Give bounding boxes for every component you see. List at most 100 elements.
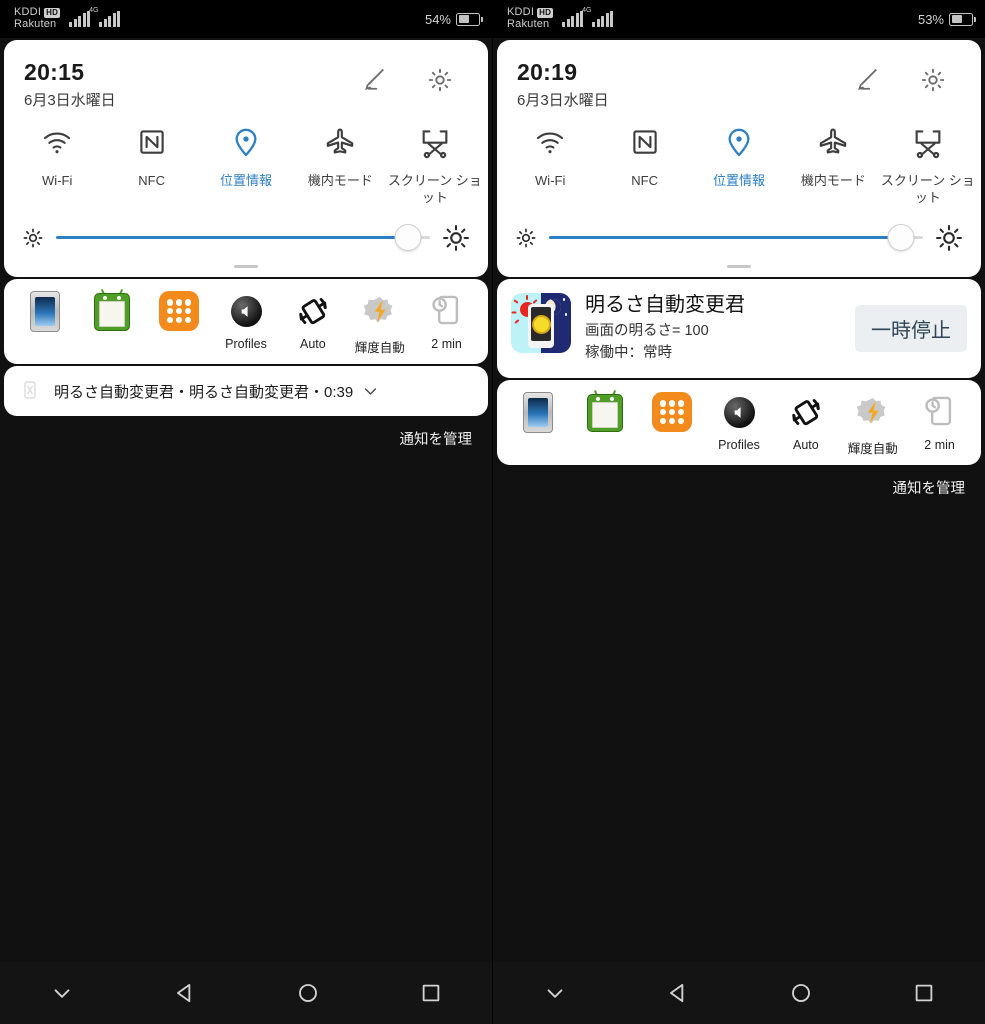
toggle-location[interactable]: 位置情報: [692, 125, 786, 207]
quick-toggle-row: Wi-Fi NFC 位置情報 機内モード スクリーン ショット: [497, 115, 981, 207]
clock-block: 20:19 6月3日水曜日: [517, 58, 609, 111]
back-button[interactable]: [616, 980, 739, 1006]
shortcut-profiles[interactable]: Profiles: [706, 390, 773, 452]
airplane-icon: [323, 125, 357, 159]
back-button[interactable]: [123, 980, 246, 1006]
shortcut-screen-timeout[interactable]: 2 min: [413, 289, 480, 351]
brightness-slider-knob[interactable]: [887, 224, 915, 252]
shortcut-app-drawer[interactable]: [146, 289, 213, 337]
collapse-button[interactable]: [0, 980, 123, 1006]
location-pin-icon: [722, 125, 756, 159]
shortcut-row: Profiles Auto 輝度自動 2 min: [497, 380, 981, 465]
toggle-airplane-mode[interactable]: 機内モード: [293, 125, 387, 207]
shortcut-strip: Profiles Auto 輝度自動 2 min: [497, 380, 981, 466]
quick-settings-header: 20:15 6月3日水曜日: [4, 40, 488, 115]
carrier-info: KDDI HD Rakuten: [507, 7, 554, 30]
toggle-airplane-mode[interactable]: 機内モード: [786, 125, 880, 207]
notification-line-1: 画面の明るさ= 100: [585, 323, 709, 340]
notification-collapsed-row[interactable]: 明るさ自動変更君・明るさ自動変更君・0:39: [4, 366, 488, 416]
toggle-location[interactable]: 位置情報: [199, 125, 293, 207]
quick-toggle-row: Wi-Fi NFC 位置情報 機内モード スクリーン ショット: [4, 115, 488, 207]
manage-notifications-button[interactable]: 通知を管理: [493, 465, 985, 498]
notification-text-block: 明るさ自動変更君 画面の明るさ= 100 稼働中：常時: [585, 293, 841, 364]
wifi-icon: [533, 125, 567, 159]
status-bar: KDDI HD Rakuten 4G 54%: [0, 0, 492, 38]
shortcut-device-screen[interactable]: [505, 390, 572, 438]
app-mini-icon: [20, 380, 40, 402]
shortcut-strip: Profiles Auto 輝度自動 2 min: [4, 279, 488, 365]
auto-rotate-icon: [291, 289, 335, 333]
panel-drag-handle[interactable]: [497, 253, 981, 278]
notification-card-expanded[interactable]: 明るさ自動変更君 画面の明るさ= 100 稼働中：常時 一時停止: [497, 279, 981, 379]
pencil-icon[interactable]: [360, 66, 388, 94]
shortcut-tasker-brightness[interactable]: 輝度自動: [346, 289, 413, 356]
pencil-icon[interactable]: [853, 66, 881, 94]
clock-time: 20:15: [24, 59, 85, 85]
recents-button[interactable]: [862, 980, 985, 1006]
gear-icon[interactable]: [426, 66, 454, 94]
screen-timeout-icon: [918, 390, 962, 434]
shortcut-android-clipboard[interactable]: [572, 390, 639, 438]
navigation-bar: [0, 962, 492, 1024]
screen-timeout-icon: [425, 289, 469, 333]
screen-left: KDDI HD Rakuten 4G 54% 20:15 6月3日水曜日 Wi-…: [0, 0, 492, 1024]
panel-drag-handle[interactable]: [4, 253, 488, 278]
status-bar-right: 53%: [918, 12, 976, 27]
shortcut-label: Profiles: [718, 438, 760, 453]
toggle-label: 機内モード: [307, 172, 373, 188]
notification-line-2: 稼働中：常時: [585, 345, 672, 362]
home-button[interactable]: [739, 980, 862, 1006]
toggle-screenshot[interactable]: スクリーン ショット: [388, 125, 482, 207]
toggle-label: 機内モード: [800, 172, 866, 188]
carrier-name-secondary: Rakuten: [507, 18, 550, 30]
chevron-down-icon[interactable]: [362, 383, 379, 400]
toggle-nfc[interactable]: NFC: [597, 125, 691, 207]
toggle-wifi[interactable]: Wi-Fi: [10, 125, 104, 207]
manage-notifications-button[interactable]: 通知を管理: [0, 416, 492, 449]
shortcut-label: 輝度自動: [847, 442, 898, 457]
device-screen-icon: [516, 390, 560, 434]
signal-bars-sim2: 4G: [89, 7, 121, 27]
shortcut-device-screen[interactable]: [12, 289, 79, 337]
battery-icon: [949, 12, 976, 26]
signal-indicators: 4G: [562, 7, 614, 27]
toggle-nfc[interactable]: NFC: [104, 125, 198, 207]
quick-settings-header: 20:19 6月3日水曜日: [497, 40, 981, 115]
shortcut-android-clipboard[interactable]: [79, 289, 146, 337]
brightness-slider[interactable]: [549, 223, 923, 253]
notification-card-collapsed[interactable]: 明るさ自動変更君・明るさ自動変更君・0:39: [4, 366, 488, 417]
signal-bars-sim2: 4G: [582, 7, 614, 27]
shortcut-profiles[interactable]: Profiles: [213, 289, 280, 351]
shortcut-auto-rotate[interactable]: Auto: [772, 390, 839, 452]
brightness-slider-knob[interactable]: [394, 224, 422, 252]
network-type-label: 4G: [582, 7, 592, 14]
notification-expanded-row: 明るさ自動変更君 画面の明るさ= 100 稼働中：常時 一時停止: [497, 279, 981, 378]
header-icon-group: [853, 58, 961, 94]
brightness-slider[interactable]: [56, 223, 430, 253]
home-button[interactable]: [246, 980, 369, 1006]
clock-date: 6月3日水曜日: [517, 92, 609, 110]
toggle-wifi[interactable]: Wi-Fi: [503, 125, 597, 207]
clock-time: 20:19: [517, 59, 578, 85]
nfc-icon: [135, 125, 169, 159]
shortcut-tasker-brightness[interactable]: 輝度自動: [839, 390, 906, 457]
screen-right: KDDI HD Rakuten 4G 53% 20:19 6月3日水曜日 Wi-…: [492, 0, 985, 1024]
clock-block: 20:15 6月3日水曜日: [24, 58, 116, 111]
android-clipboard-icon: [583, 390, 627, 434]
toggle-screenshot[interactable]: スクリーン ショット: [881, 125, 975, 207]
gear-icon[interactable]: [919, 66, 947, 94]
shortcut-auto-rotate[interactable]: Auto: [279, 289, 346, 351]
shortcut-screen-timeout[interactable]: 2 min: [906, 390, 973, 452]
shortcut-app-drawer[interactable]: [639, 390, 706, 438]
toggle-label: Wi-Fi: [535, 172, 566, 188]
recents-button[interactable]: [369, 980, 492, 1006]
app-drawer-icon: [157, 289, 201, 333]
collapse-button[interactable]: [493, 980, 616, 1006]
notification-summary-text: 明るさ自動変更君・明るさ自動変更君・0:39: [54, 383, 354, 401]
pause-button[interactable]: 一時停止: [855, 305, 967, 353]
tasker-brightness-icon: [358, 289, 402, 333]
quick-settings-panel: 20:15 6月3日水曜日 Wi-Fi NFC 位置情報 機内モード スクリーン…: [4, 40, 488, 278]
sun-large-icon: [935, 224, 963, 252]
screenshot-icon: [418, 125, 452, 159]
volume-profiles-icon: [717, 390, 761, 434]
